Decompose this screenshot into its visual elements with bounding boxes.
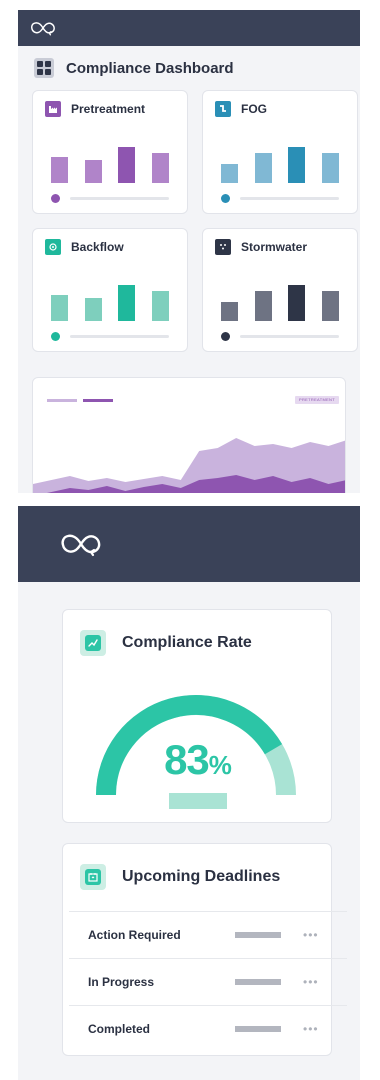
deadline-label: Completed bbox=[88, 1022, 151, 1036]
bar bbox=[84, 298, 102, 321]
progress-track bbox=[240, 197, 339, 200]
list-item[interactable]: Action Required ••• bbox=[69, 911, 347, 958]
pipe-icon bbox=[215, 101, 231, 117]
bar bbox=[321, 153, 339, 183]
dashboard-header: Compliance Dashboard bbox=[18, 46, 360, 90]
top-bar bbox=[18, 10, 360, 46]
progress-track bbox=[240, 335, 339, 338]
bar bbox=[221, 164, 238, 183]
progress-track bbox=[70, 197, 169, 200]
bar bbox=[118, 285, 136, 321]
trend-chart-icon bbox=[80, 630, 106, 656]
program-cards: Pretreatment FOG Backflow Stormwater bbox=[18, 90, 360, 352]
card-pretreatment[interactable]: Pretreatment bbox=[32, 90, 188, 214]
progress-track bbox=[70, 335, 169, 338]
dashboard-preview-panel: Compliance Dashboard Pretreatment FOG Ba… bbox=[18, 10, 360, 493]
bar bbox=[288, 147, 306, 183]
factory-icon bbox=[45, 101, 61, 117]
bar bbox=[151, 291, 169, 321]
deadline-bar bbox=[235, 979, 281, 985]
more-options-icon[interactable]: ••• bbox=[303, 975, 319, 989]
upcoming-deadlines-card: Upcoming Deadlines Action Required ••• I… bbox=[62, 843, 347, 1056]
list-item[interactable]: Completed ••• bbox=[69, 1005, 347, 1052]
legend-swatch bbox=[83, 399, 113, 402]
bar bbox=[118, 147, 136, 183]
valve-icon bbox=[45, 239, 61, 255]
percent-unit: % bbox=[208, 750, 232, 780]
bar bbox=[254, 291, 272, 321]
deadline-bar bbox=[235, 932, 281, 938]
bar bbox=[51, 157, 68, 183]
bar bbox=[51, 295, 68, 321]
calendar-icon bbox=[80, 864, 106, 890]
status-dot bbox=[221, 332, 230, 341]
rate-chip bbox=[169, 793, 227, 809]
bar bbox=[254, 153, 272, 183]
more-options-icon[interactable]: ••• bbox=[303, 1022, 319, 1036]
card-title: Stormwater bbox=[241, 240, 308, 254]
bar bbox=[288, 285, 306, 321]
card-title: FOG bbox=[241, 102, 267, 116]
list-item[interactable]: In Progress ••• bbox=[69, 958, 347, 1005]
status-dot bbox=[221, 194, 230, 203]
area-chart-tag[interactable]: PRETREATMENT bbox=[295, 396, 339, 404]
area-chart-card[interactable]: PRETREATMENT bbox=[32, 377, 346, 493]
compliance-panel: Compliance Rate 83% Upcoming Deadlines A… bbox=[18, 506, 360, 1080]
grid-dashboard-icon bbox=[34, 58, 54, 78]
card-title: Backflow bbox=[71, 240, 124, 254]
compliance-rate-card: Compliance Rate 83% bbox=[62, 609, 332, 823]
more-options-icon[interactable]: ••• bbox=[303, 928, 319, 942]
legend-swatch bbox=[47, 399, 77, 402]
deadline-bar bbox=[235, 1026, 281, 1032]
bar bbox=[221, 302, 238, 321]
rain-cloud-icon bbox=[215, 239, 231, 255]
bar bbox=[151, 153, 169, 183]
infinity-loop-icon[interactable] bbox=[30, 20, 56, 36]
bar bbox=[84, 160, 102, 183]
top-bar bbox=[18, 506, 360, 582]
compliance-rate-title: Compliance Rate bbox=[122, 634, 252, 651]
dashboard-title: Compliance Dashboard bbox=[66, 59, 234, 77]
upcoming-deadlines-title: Upcoming Deadlines bbox=[122, 868, 281, 885]
status-dot bbox=[51, 332, 60, 341]
card-title: Pretreatment bbox=[71, 102, 146, 116]
deadline-label: Action Required bbox=[88, 928, 181, 942]
deadlines-list: Action Required ••• In Progress ••• Comp… bbox=[69, 911, 347, 1052]
area-chart bbox=[33, 438, 345, 493]
card-backflow[interactable]: Backflow bbox=[32, 228, 188, 352]
status-dot bbox=[51, 194, 60, 203]
infinity-loop-icon[interactable] bbox=[60, 531, 102, 557]
card-stormwater[interactable]: Stormwater bbox=[202, 228, 358, 352]
deadline-label: In Progress bbox=[88, 975, 155, 989]
bar bbox=[321, 291, 339, 321]
card-fog[interactable]: FOG bbox=[202, 90, 358, 214]
compliance-rate-value: 83% bbox=[164, 736, 232, 783]
